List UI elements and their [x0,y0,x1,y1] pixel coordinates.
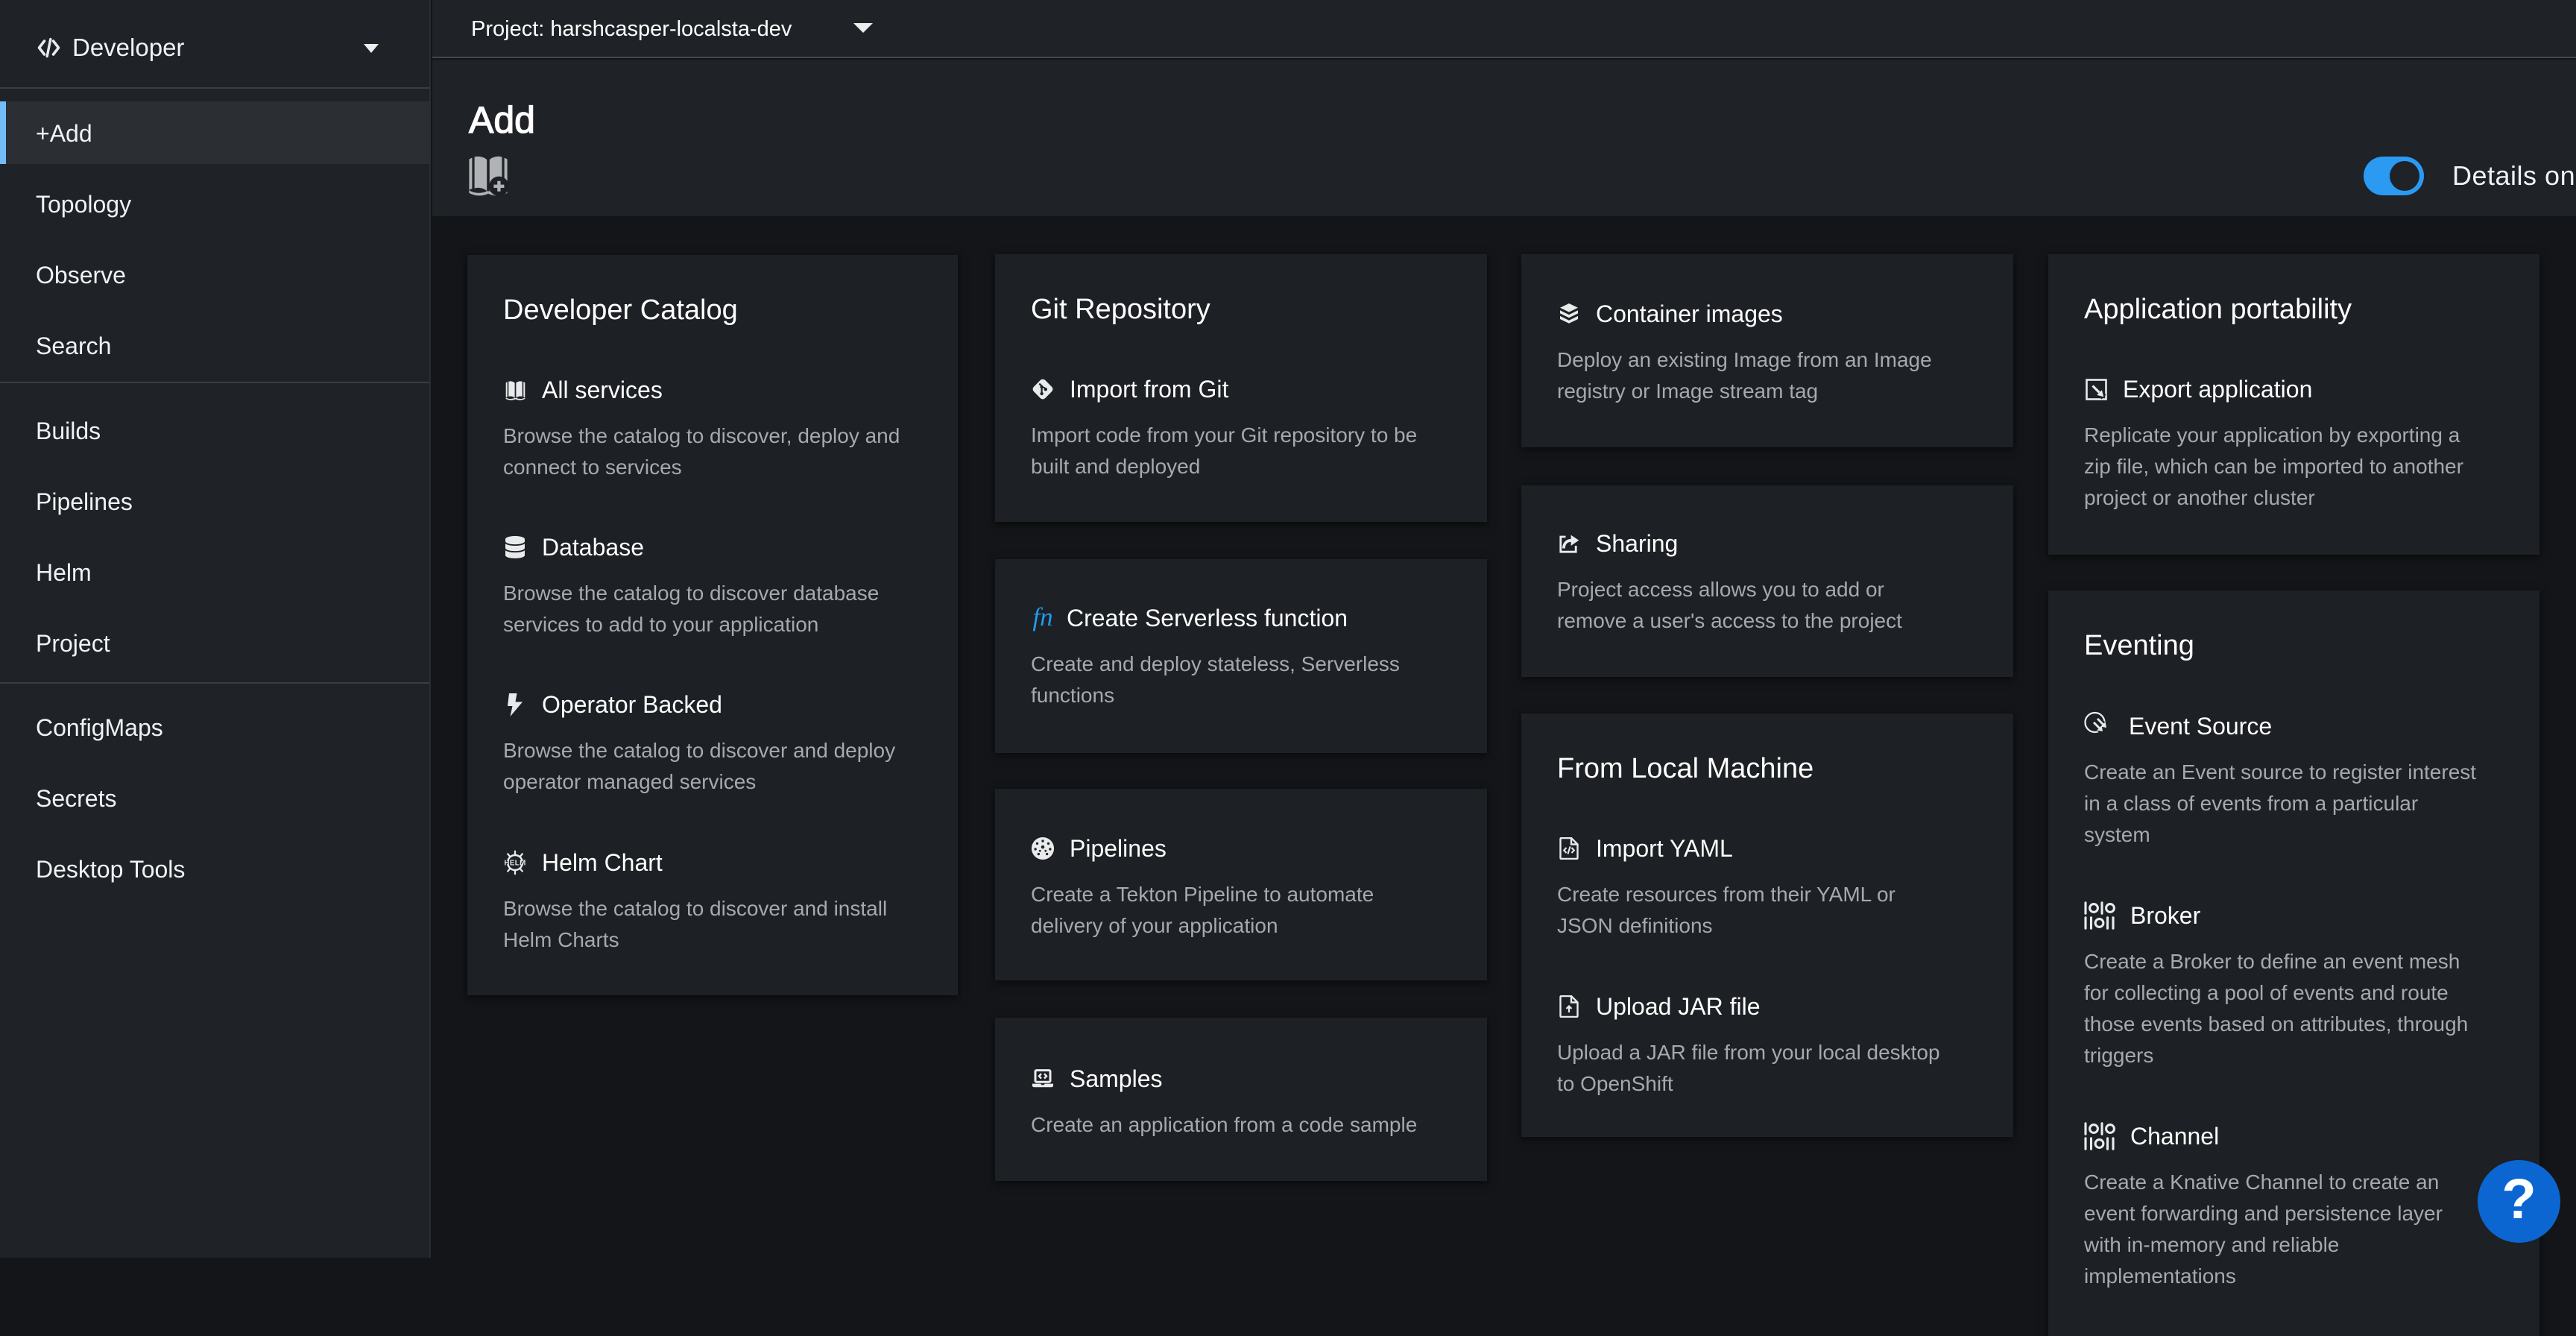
svg-text:HELM: HELM [504,859,525,867]
